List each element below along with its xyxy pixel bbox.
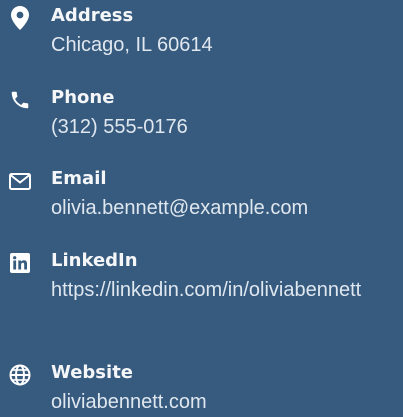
phone-icon bbox=[6, 86, 34, 114]
address-label: Address bbox=[51, 5, 134, 26]
linkedin-label: LinkedIn bbox=[51, 250, 138, 271]
phone-link[interactable]: (312) 555-0176 bbox=[51, 113, 401, 141]
website-label: Website bbox=[51, 362, 134, 383]
email-link[interactable]: olivia.bennett@example.com bbox=[51, 194, 401, 222]
globe-icon bbox=[6, 361, 34, 389]
linkedin-icon bbox=[6, 249, 34, 277]
location-pin-icon bbox=[6, 4, 34, 32]
address-value: Chicago, IL 60614 bbox=[51, 34, 213, 56]
envelope-icon bbox=[6, 167, 34, 195]
linkedin-link[interactable]: https://linkedin.com/in/oliviabennett bbox=[51, 276, 401, 304]
phone-label: Phone bbox=[51, 87, 115, 108]
website-link[interactable]: oliviabennett.com bbox=[51, 388, 401, 416]
email-label: Email bbox=[51, 168, 107, 189]
